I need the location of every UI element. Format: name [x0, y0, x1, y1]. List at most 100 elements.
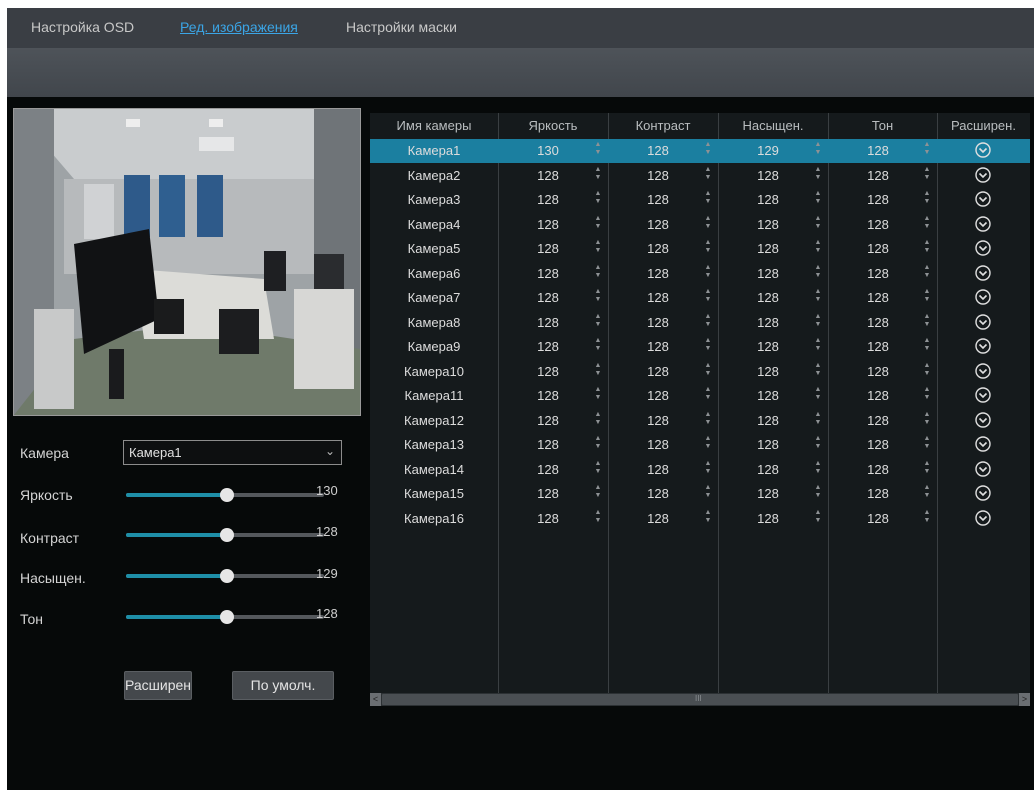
chevron-down-circle-icon[interactable] — [975, 215, 991, 232]
saturation-value-cell[interactable]: 128 — [748, 339, 788, 354]
up-down-spinner-icon[interactable]: ▲ ▼ — [593, 362, 603, 380]
up-down-spinner-icon[interactable]: ▲ ▼ — [813, 215, 823, 233]
table-row[interactable]: Камера10 128 ▲ ▼ 128 ▲ ▼ 128 ▲ ▼ 128 ▲ ▼ — [370, 360, 1030, 384]
up-down-spinner-icon[interactable]: ▲ ▼ — [593, 313, 603, 331]
contrast-value-cell[interactable]: 128 — [638, 437, 678, 452]
hue-value-cell[interactable]: 128 — [858, 511, 898, 526]
table-row[interactable]: Камера15 128 ▲ ▼ 128 ▲ ▼ 128 ▲ ▼ 128 ▲ ▼ — [370, 482, 1030, 506]
up-down-spinner-icon[interactable]: ▲ ▼ — [593, 288, 603, 306]
saturation-value-cell[interactable]: 128 — [748, 241, 788, 256]
up-down-spinner-icon[interactable]: ▲ ▼ — [703, 313, 713, 331]
chevron-down-circle-icon[interactable] — [975, 264, 991, 281]
up-down-spinner-icon[interactable]: ▲ ▼ — [813, 288, 823, 306]
up-down-spinner-icon[interactable]: ▲ ▼ — [593, 190, 603, 208]
up-down-spinner-icon[interactable]: ▲ ▼ — [703, 337, 713, 355]
brightness-value-cell[interactable]: 128 — [528, 266, 568, 281]
up-down-spinner-icon[interactable]: ▲ ▼ — [813, 166, 823, 184]
chevron-down-circle-icon[interactable] — [975, 460, 991, 477]
up-down-spinner-icon[interactable]: ▲ ▼ — [593, 484, 603, 502]
up-down-spinner-icon[interactable]: ▲ ▼ — [813, 411, 823, 429]
hue-value-cell[interactable]: 128 — [858, 168, 898, 183]
chevron-down-circle-icon[interactable] — [975, 191, 991, 207]
up-down-spinner-icon[interactable]: ▲ ▼ — [922, 141, 932, 159]
hue-value-cell[interactable]: 128 — [858, 315, 898, 330]
up-down-spinner-icon[interactable]: ▲ ▼ — [813, 509, 823, 527]
hue-value-cell[interactable]: 128 — [858, 192, 898, 207]
column-header-brightness[interactable]: Яркость — [498, 118, 608, 133]
chevron-down-circle-icon[interactable] — [975, 240, 991, 256]
contrast-value-cell[interactable]: 128 — [638, 388, 678, 403]
up-down-spinner-icon[interactable]: ▲ ▼ — [922, 288, 932, 306]
hue-value-cell[interactable]: 128 — [858, 364, 898, 379]
up-down-spinner-icon[interactable]: ▲ ▼ — [922, 411, 932, 429]
advanced-button[interactable]: Расширен — [124, 671, 192, 700]
hue-value-cell[interactable]: 128 — [858, 437, 898, 452]
contrast-value-cell[interactable]: 128 — [638, 339, 678, 354]
up-down-spinner-icon[interactable]: ▲ ▼ — [593, 435, 603, 453]
saturation-value-cell[interactable]: 128 — [748, 462, 788, 477]
hue-value-cell[interactable]: 128 — [858, 241, 898, 256]
up-down-spinner-icon[interactable]: ▲ ▼ — [593, 166, 603, 184]
chevron-down-circle-icon[interactable] — [975, 387, 991, 403]
up-down-spinner-icon[interactable]: ▲ ▼ — [703, 288, 713, 306]
hue-value-cell[interactable]: 128 — [858, 462, 898, 477]
chevron-down-circle-icon[interactable] — [975, 485, 991, 501]
saturation-value-cell[interactable]: 128 — [748, 486, 788, 501]
up-down-spinner-icon[interactable]: ▲ ▼ — [593, 460, 603, 478]
up-down-spinner-icon[interactable]: ▲ ▼ — [922, 460, 932, 478]
saturation-value-cell[interactable]: 128 — [748, 413, 788, 428]
saturation-value-cell[interactable]: 128 — [748, 437, 788, 452]
slider-handle[interactable] — [219, 488, 234, 502]
column-header-hue[interactable]: Тон — [828, 118, 937, 133]
saturation-value-cell[interactable]: 128 — [748, 192, 788, 207]
saturation-value-cell[interactable]: 128 — [748, 388, 788, 403]
up-down-spinner-icon[interactable]: ▲ ▼ — [593, 264, 603, 282]
up-down-spinner-icon[interactable]: ▲ ▼ — [813, 386, 823, 404]
brightness-value-cell[interactable]: 128 — [528, 339, 568, 354]
up-down-spinner-icon[interactable]: ▲ ▼ — [703, 141, 713, 159]
table-row[interactable]: Камера11 128 ▲ ▼ 128 ▲ ▼ 128 ▲ ▼ 128 ▲ ▼ — [370, 384, 1030, 408]
slider-handle[interactable] — [219, 569, 234, 583]
tab-mask-settings[interactable]: Настройки маски — [346, 19, 457, 35]
up-down-spinner-icon[interactable]: ▲ ▼ — [813, 362, 823, 380]
up-down-spinner-icon[interactable]: ▲ ▼ — [922, 166, 932, 184]
chevron-down-circle-icon[interactable] — [975, 313, 991, 330]
brightness-value-cell[interactable]: 128 — [528, 364, 568, 379]
up-down-spinner-icon[interactable]: ▲ ▼ — [922, 509, 932, 527]
arrow-right-icon[interactable]: > — [1019, 693, 1030, 706]
up-down-spinner-icon[interactable]: ▲ ▼ — [813, 484, 823, 502]
brightness-value-cell[interactable]: 128 — [528, 315, 568, 330]
hue-value-cell[interactable]: 128 — [858, 143, 898, 158]
hue-value-cell[interactable]: 128 — [858, 339, 898, 354]
up-down-spinner-icon[interactable]: ▲ ▼ — [593, 239, 603, 257]
table-row[interactable]: Камера1 130 ▲ ▼ 128 ▲ ▼ 129 ▲ ▼ 128 ▲ ▼ — [370, 139, 1030, 163]
up-down-spinner-icon[interactable]: ▲ ▼ — [703, 190, 713, 208]
column-header-contrast[interactable]: Контраст — [608, 118, 718, 133]
saturation-value-cell[interactable]: 128 — [748, 511, 788, 526]
up-down-spinner-icon[interactable]: ▲ ▼ — [703, 460, 713, 478]
up-down-spinner-icon[interactable]: ▲ ▼ — [922, 239, 932, 257]
up-down-spinner-icon[interactable]: ▲ ▼ — [813, 190, 823, 208]
table-row[interactable]: Камера2 128 ▲ ▼ 128 ▲ ▼ 128 ▲ ▼ 128 ▲ ▼ — [370, 164, 1030, 188]
column-header-advanced[interactable]: Расширен. — [937, 118, 1030, 133]
brightness-slider[interactable] — [126, 488, 324, 502]
hue-value-cell[interactable]: 128 — [858, 217, 898, 232]
up-down-spinner-icon[interactable]: ▲ ▼ — [813, 460, 823, 478]
up-down-spinner-icon[interactable]: ▲ ▼ — [813, 264, 823, 282]
table-row[interactable]: Камера5 128 ▲ ▼ 128 ▲ ▼ 128 ▲ ▼ 128 ▲ ▼ — [370, 237, 1030, 261]
up-down-spinner-icon[interactable]: ▲ ▼ — [922, 362, 932, 380]
camera-select[interactable]: Камера1 ⌄ — [123, 440, 342, 465]
up-down-spinner-icon[interactable]: ▲ ▼ — [922, 215, 932, 233]
table-row[interactable]: Камера9 128 ▲ ▼ 128 ▲ ▼ 128 ▲ ▼ 128 ▲ ▼ — [370, 335, 1030, 359]
column-header-saturation[interactable]: Насыщен. — [718, 118, 828, 133]
up-down-spinner-icon[interactable]: ▲ ▼ — [813, 141, 823, 159]
column-header-camera-name[interactable]: Имя камеры — [370, 118, 498, 133]
up-down-spinner-icon[interactable]: ▲ ▼ — [703, 264, 713, 282]
up-down-spinner-icon[interactable]: ▲ ▼ — [922, 435, 932, 453]
brightness-value-cell[interactable]: 128 — [528, 388, 568, 403]
slider-handle[interactable] — [219, 610, 234, 624]
chevron-down-circle-icon[interactable] — [975, 166, 991, 183]
up-down-spinner-icon[interactable]: ▲ ▼ — [813, 239, 823, 257]
contrast-value-cell[interactable]: 128 — [638, 364, 678, 379]
contrast-value-cell[interactable]: 128 — [638, 217, 678, 232]
